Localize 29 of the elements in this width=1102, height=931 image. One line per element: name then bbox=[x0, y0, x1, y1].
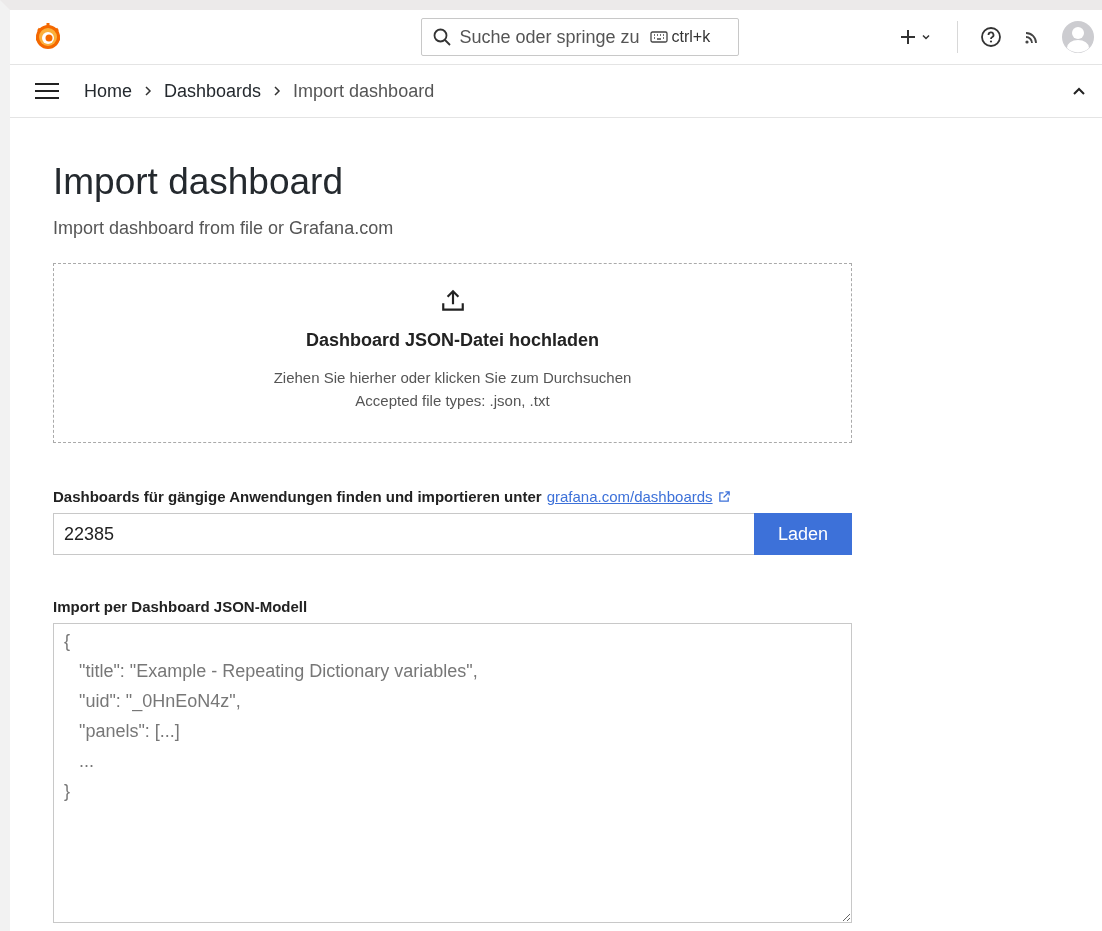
page-subtitle: Import dashboard from file or Grafana.com bbox=[53, 218, 395, 239]
collapse-icon[interactable] bbox=[1072, 86, 1086, 96]
field-label: Dashboards für gängige Anwendungen finden und importieren unter bbox=[53, 488, 542, 505]
caret-icon bbox=[921, 32, 931, 42]
search-bar[interactable]: Suche oder springe zu ctrl+k bbox=[420, 18, 739, 56]
grafana-link[interactable]: grafana.com/dashboards bbox=[546, 488, 713, 505]
breadcrumb-link[interactable]: Home bbox=[84, 80, 132, 102]
help-icon[interactable] bbox=[980, 26, 1002, 48]
upload-dropzone[interactable]: Dashboard JSON-Datei hochladen Ziehen Sie hierher oder klicken Sie zum Durchsuchen Accepted file types: .json, .txt bbox=[53, 263, 852, 443]
menu-icon[interactable] bbox=[34, 81, 60, 101]
search-icon bbox=[431, 27, 452, 47]
breadcrumb-link[interactable]: Import dashboard bbox=[293, 80, 435, 102]
page-title: Import dashboard bbox=[53, 160, 344, 204]
json-model-field[interactable]: { "title": "Example - Repeating Dictionary variables", "uid": "_0HnEoN4z", "panels": [...] ... } bbox=[53, 623, 852, 923]
upload-hint: Ziehen Sie hierher oder klicken Sie zum Durchsuchen bbox=[273, 369, 632, 386]
rss-icon[interactable] bbox=[1024, 29, 1040, 45]
keyboard-icon bbox=[649, 31, 668, 43]
upload-title: Dashboard JSON-Datei hochladen bbox=[305, 330, 600, 351]
upload-icon bbox=[439, 288, 466, 314]
chevron-icon bbox=[144, 86, 152, 96]
load-button[interactable]: Laden bbox=[754, 513, 852, 555]
external-link-icon bbox=[717, 490, 731, 503]
plus-icon bbox=[899, 28, 917, 46]
chevron-icon bbox=[273, 86, 282, 96]
shortcut-hint: ctrl+k bbox=[671, 28, 711, 46]
accepted-types: Accepted file types: .json, .txt bbox=[355, 392, 550, 409]
field-label: Import per Dashboard JSON-Modell bbox=[53, 598, 309, 615]
breadcrumb-link[interactable]: Dashboards bbox=[164, 80, 262, 102]
dashboard-id-field[interactable]: 22385 bbox=[53, 513, 754, 555]
